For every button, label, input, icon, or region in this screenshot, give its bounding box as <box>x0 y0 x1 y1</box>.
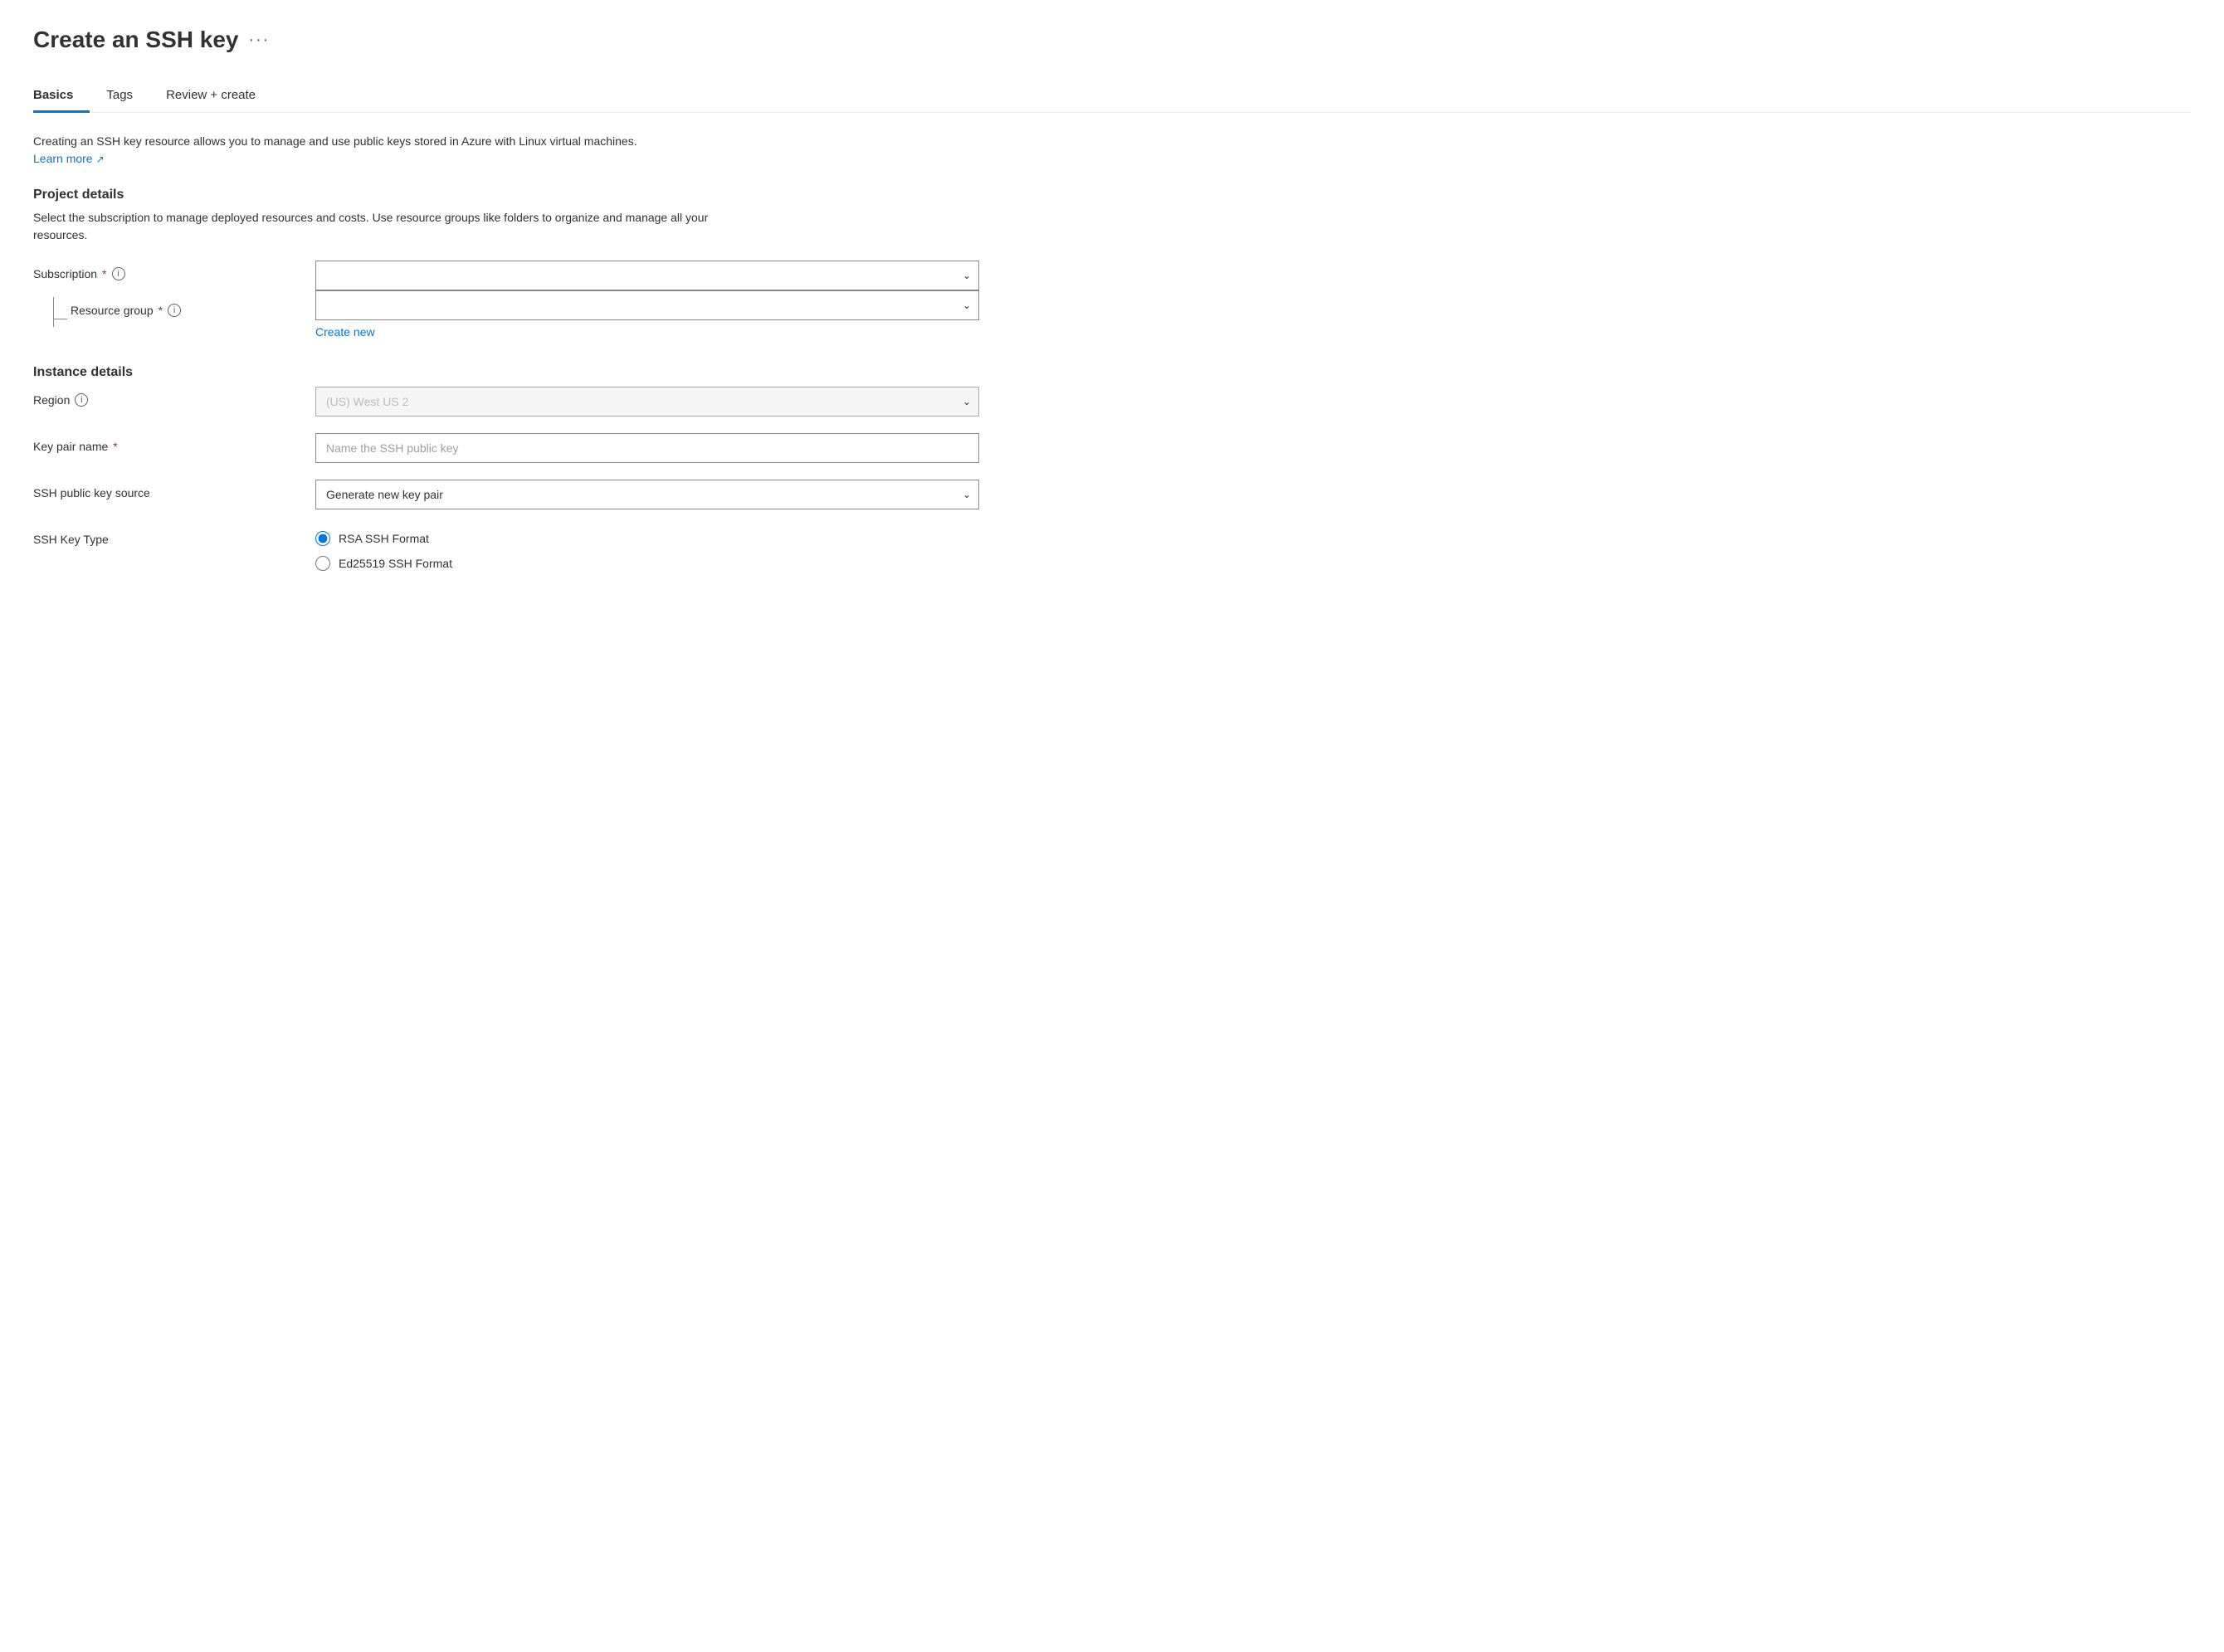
ssh-key-source-row: SSH public key source Generate new key p… <box>33 480 2191 509</box>
ssh-key-type-ed25519-option[interactable]: Ed25519 SSH Format <box>315 556 979 571</box>
subscription-required-star: * <box>102 267 106 280</box>
ssh-key-type-rsa-option[interactable]: RSA SSH Format <box>315 531 979 546</box>
ssh-key-type-rsa-radio[interactable] <box>315 531 330 546</box>
ssh-key-type-control-col: RSA SSH Format Ed25519 SSH Format <box>315 526 979 571</box>
resource-group-required-star: * <box>159 304 163 317</box>
resource-group-label-col: Resource group * i <box>33 290 299 327</box>
resource-group-select-wrapper: ⌄ <box>315 290 979 320</box>
resource-group-control-col: ⌄ Create new <box>315 290 979 339</box>
description-text: Creating an SSH key resource allows you … <box>33 133 747 150</box>
ssh-key-type-label: SSH Key Type <box>33 533 109 546</box>
ssh-key-source-select-wrapper: Generate new key pair Use existing key s… <box>315 480 979 509</box>
key-pair-name-input[interactable] <box>315 433 979 463</box>
subscription-label: Subscription <box>33 267 97 280</box>
subscription-select[interactable] <box>315 261 979 290</box>
more-options-icon[interactable]: ··· <box>248 31 270 50</box>
region-control-col: (US) West US 2 ⌄ <box>315 387 979 417</box>
instance-details-title: Instance details <box>33 365 2191 380</box>
ssh-key-type-ed25519-radio[interactable] <box>315 556 330 571</box>
learn-more-label: Learn more <box>33 150 93 168</box>
project-details-title: Project details <box>33 188 2191 202</box>
resource-group-row: Resource group * i ⌄ Create new <box>33 290 2191 339</box>
region-label: Region <box>33 393 70 407</box>
resource-group-label: Resource group <box>71 304 154 317</box>
key-pair-name-required-star: * <box>113 440 117 453</box>
resource-group-info-icon[interactable]: i <box>168 304 181 317</box>
subscription-info-icon[interactable]: i <box>112 267 125 280</box>
tabs-row: Basics Tags Review + create <box>33 80 2191 113</box>
ssh-key-source-control-col: Generate new key pair Use existing key s… <box>315 480 979 509</box>
ssh-key-source-label-col: SSH public key source <box>33 480 299 499</box>
project-details-section: Project details Select the subscription … <box>33 188 2191 339</box>
key-pair-name-label-col: Key pair name * <box>33 433 299 453</box>
region-info-icon[interactable]: i <box>75 393 88 407</box>
tab-tags[interactable]: Tags <box>90 80 149 113</box>
subscription-label-col: Subscription * i <box>33 261 299 280</box>
instance-details-section: Instance details Region i (US) West US 2… <box>33 365 2191 571</box>
page-title-row: Create an SSH key ··· <box>33 27 2191 53</box>
region-label-col: Region i <box>33 387 299 407</box>
subscription-control-col: ⌄ <box>315 261 979 290</box>
create-new-link[interactable]: Create new <box>315 325 375 339</box>
resource-group-select[interactable] <box>315 290 979 320</box>
key-pair-name-control-col <box>315 433 979 463</box>
region-select-wrapper: (US) West US 2 ⌄ <box>315 387 979 417</box>
subscription-row: Subscription * i ⌄ <box>33 261 2191 290</box>
tab-basics[interactable]: Basics <box>33 80 90 113</box>
page-title: Create an SSH key <box>33 27 238 53</box>
region-select[interactable]: (US) West US 2 <box>315 387 979 417</box>
key-pair-name-row: Key pair name * <box>33 433 2191 463</box>
ssh-key-type-label-col: SSH Key Type <box>33 526 299 546</box>
key-pair-name-label: Key pair name <box>33 440 108 453</box>
ssh-key-type-radio-group: RSA SSH Format Ed25519 SSH Format <box>315 526 979 571</box>
learn-more-link[interactable]: Learn more ↗ <box>33 150 105 168</box>
ssh-key-type-row: SSH Key Type RSA SSH Format Ed25519 SSH … <box>33 526 2191 571</box>
ssh-key-source-label: SSH public key source <box>33 486 150 499</box>
external-link-icon: ↗ <box>96 152 105 167</box>
region-row: Region i (US) West US 2 ⌄ <box>33 387 2191 417</box>
description-block: Creating an SSH key resource allows you … <box>33 133 747 168</box>
ssh-key-source-select[interactable]: Generate new key pair Use existing key s… <box>315 480 979 509</box>
ssh-key-type-ed25519-label: Ed25519 SSH Format <box>339 557 452 570</box>
resource-group-label-text: Resource group * i <box>67 297 181 317</box>
ssh-key-type-rsa-label: RSA SSH Format <box>339 532 429 545</box>
tab-review-create[interactable]: Review + create <box>149 80 272 113</box>
project-details-description: Select the subscription to manage deploy… <box>33 209 747 244</box>
subscription-select-wrapper: ⌄ <box>315 261 979 290</box>
